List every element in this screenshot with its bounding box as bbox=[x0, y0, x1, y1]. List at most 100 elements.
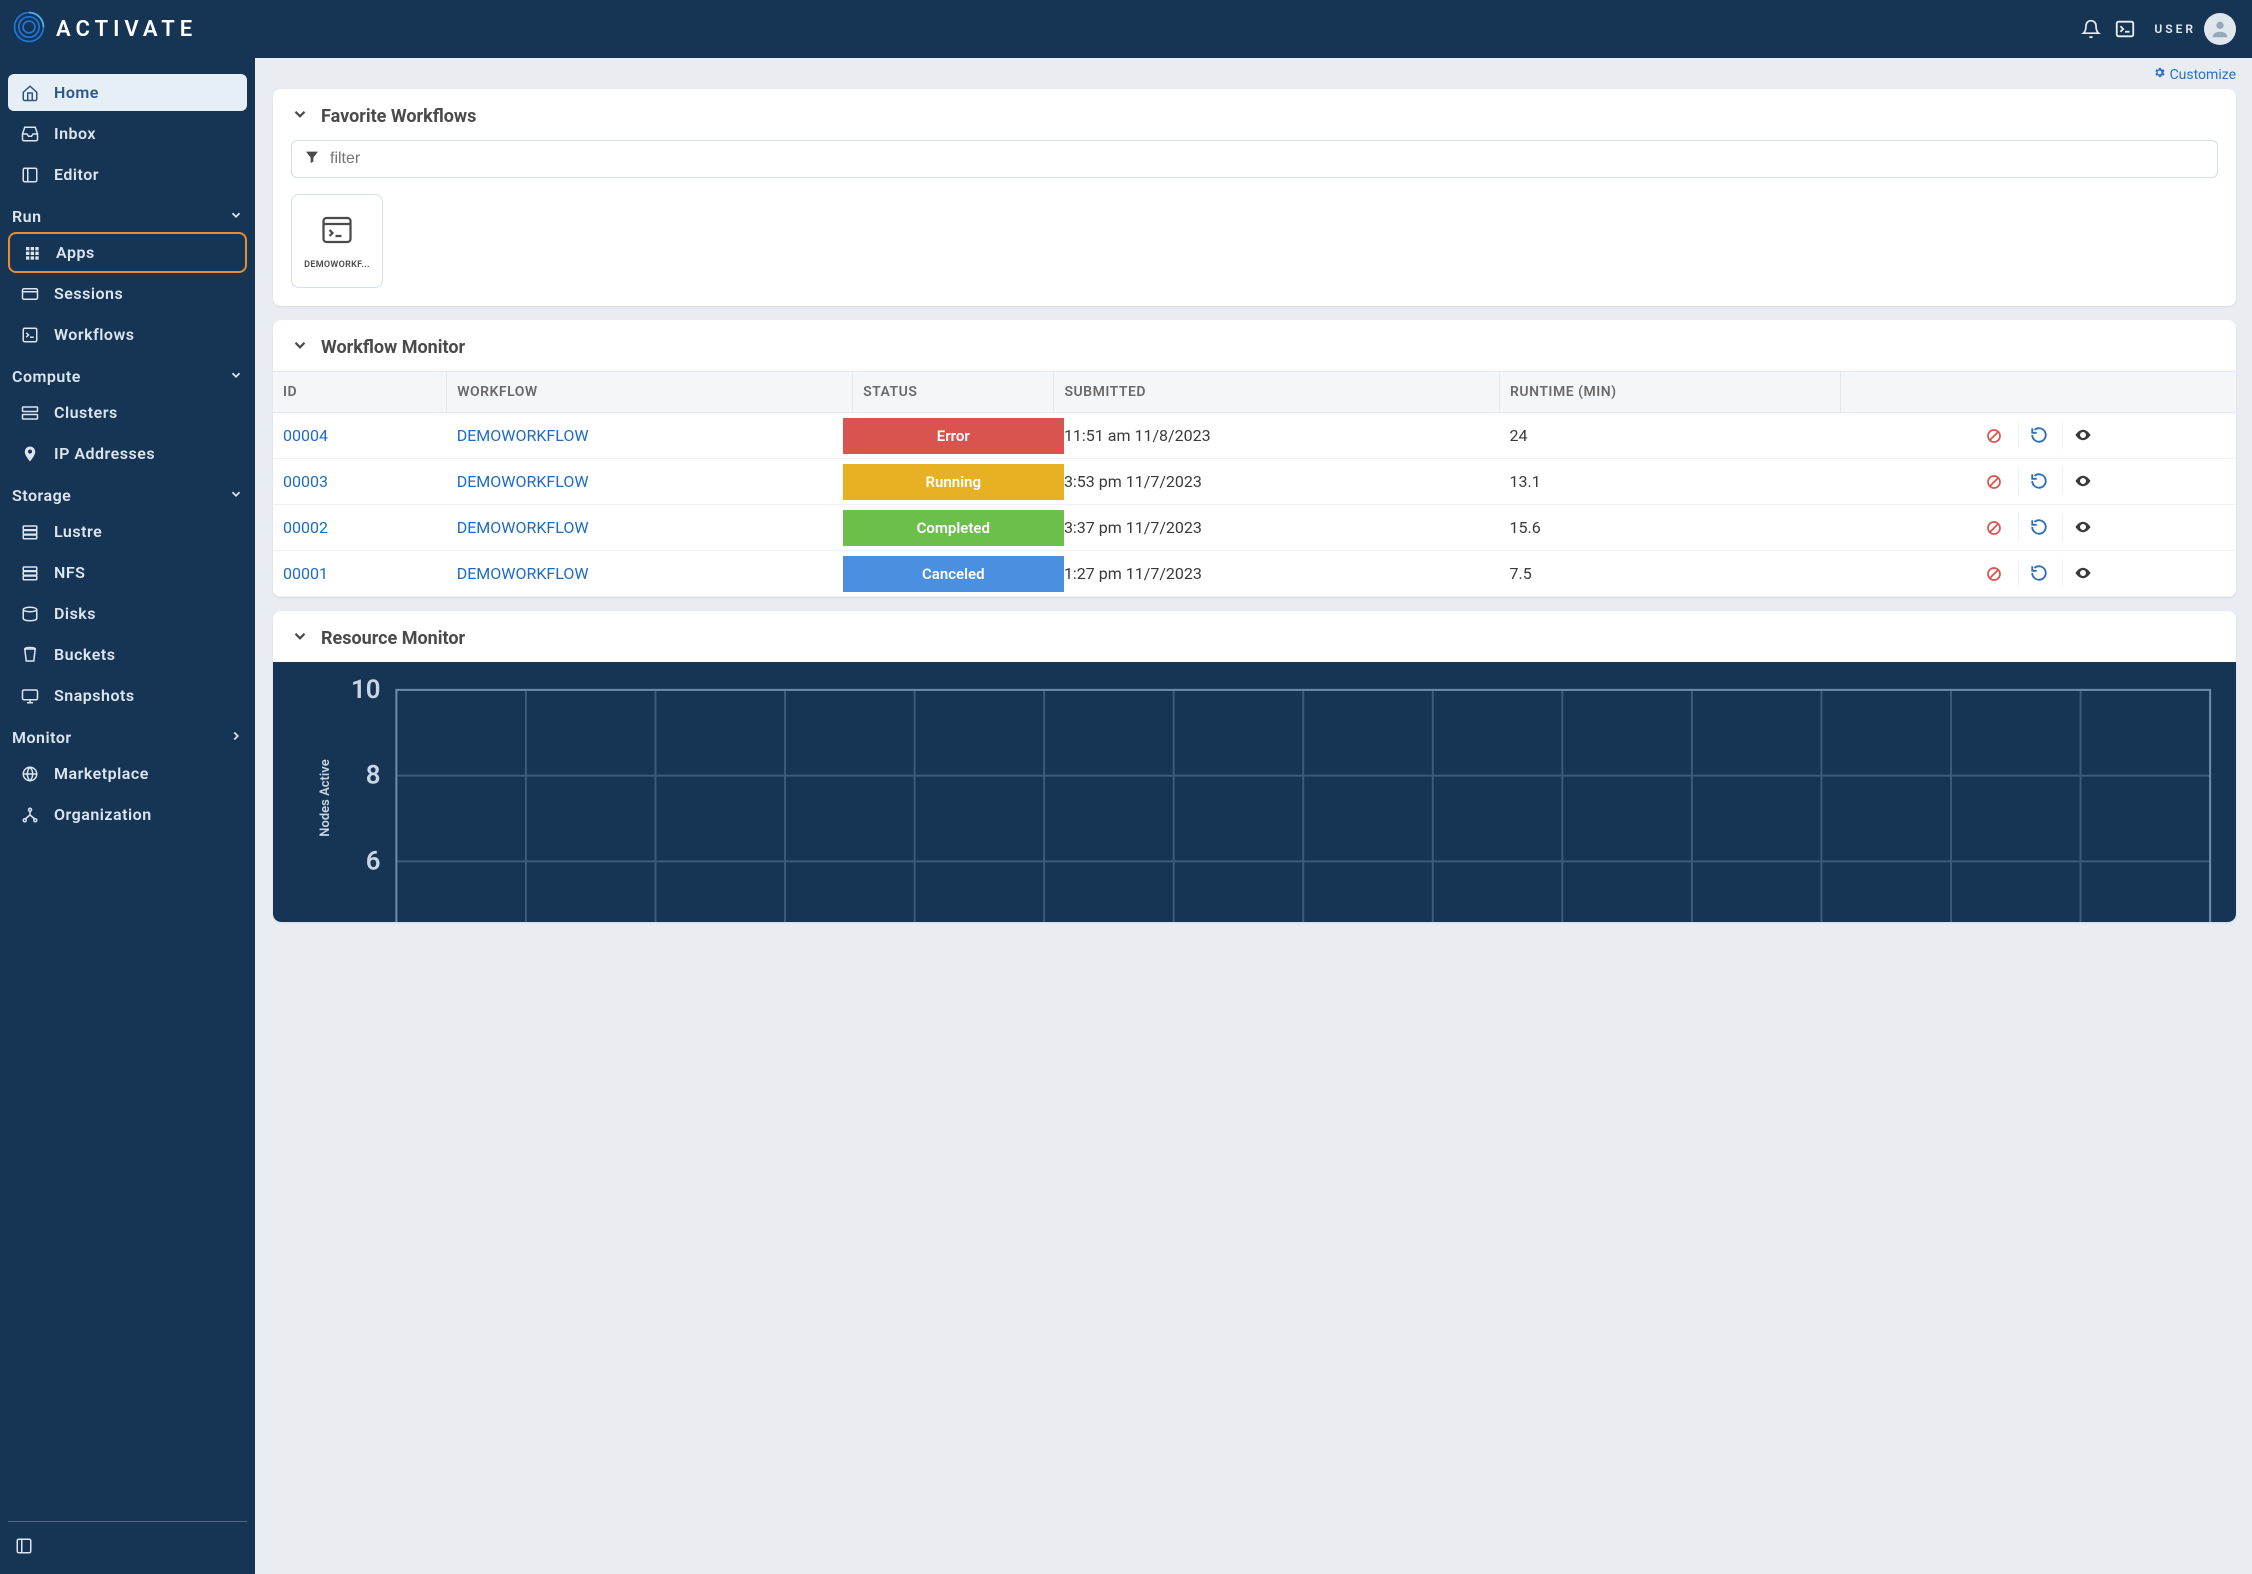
sidebar-section-monitor[interactable]: Monitor bbox=[8, 716, 247, 753]
workflow-name-link[interactable]: DEMOWORKFLOW bbox=[447, 459, 853, 505]
resource-monitor-panel: Resource Monitor Nodes Active 0246810 bbox=[273, 611, 2236, 922]
terminal-button[interactable] bbox=[2108, 12, 2142, 46]
view-button[interactable] bbox=[2062, 421, 2102, 449]
status-badge: Error bbox=[843, 418, 1064, 454]
sidebar: Home Inbox Editor Run bbox=[0, 58, 255, 1574]
sidebar-item-home[interactable]: Home bbox=[8, 74, 247, 111]
sidebar-item-marketplace[interactable]: Marketplace bbox=[8, 755, 247, 792]
home-icon bbox=[20, 84, 40, 102]
workflow-id-link[interactable]: 00003 bbox=[273, 459, 447, 505]
location-icon bbox=[20, 445, 40, 463]
view-button[interactable] bbox=[2062, 559, 2102, 587]
rerun-button[interactable] bbox=[2018, 559, 2058, 587]
sidebar-section-run[interactable]: Run bbox=[8, 195, 247, 232]
sidebar-item-label: IP Addresses bbox=[54, 444, 155, 463]
organization-icon bbox=[20, 806, 40, 824]
customize-label: Customize bbox=[2170, 67, 2236, 83]
sidebar-item-label: NFS bbox=[54, 563, 85, 582]
monitor-icon bbox=[20, 687, 40, 705]
panel-title: Workflow Monitor bbox=[321, 337, 465, 358]
runtime-cell: 24 bbox=[1500, 413, 1841, 459]
svg-text:6: 6 bbox=[366, 846, 381, 876]
status-badge: Running bbox=[843, 464, 1064, 500]
notifications-button[interactable] bbox=[2074, 12, 2108, 46]
globe-icon bbox=[20, 765, 40, 783]
sidebar-item-clusters[interactable]: Clusters bbox=[8, 394, 247, 431]
sidebar-item-buckets[interactable]: Buckets bbox=[8, 636, 247, 673]
submitted-cell: 11:51 am 11/8/2023 bbox=[1054, 413, 1500, 459]
workflows-icon bbox=[20, 326, 40, 344]
sidebar-item-label: Buckets bbox=[54, 645, 115, 664]
cancel-button[interactable] bbox=[1974, 514, 2014, 542]
favorite-workflow-card[interactable]: DEMOWORKF... bbox=[291, 194, 383, 288]
workflow-id-link[interactable]: 00001 bbox=[273, 551, 447, 597]
rerun-button[interactable] bbox=[2018, 421, 2058, 449]
sidebar-collapse-button[interactable] bbox=[8, 1528, 247, 1564]
favorite-card-label: DEMOWORKF... bbox=[298, 260, 376, 270]
workflow-name-link[interactable]: DEMOWORKFLOW bbox=[447, 551, 853, 597]
sidebar-item-organization[interactable]: Organization bbox=[8, 796, 247, 833]
workflow-id-link[interactable]: 00004 bbox=[273, 413, 447, 459]
cancel-button[interactable] bbox=[1974, 422, 2014, 450]
customize-button[interactable]: Customize bbox=[2153, 66, 2236, 83]
logo-icon bbox=[12, 10, 46, 48]
sidebar-item-sessions[interactable]: Sessions bbox=[8, 275, 247, 312]
workflow-panel-header[interactable]: Workflow Monitor bbox=[273, 320, 2236, 371]
favorites-filter-input[interactable] bbox=[330, 150, 2205, 168]
main-content: Customize Favorite Workflows bbox=[255, 58, 2252, 1574]
sidebar-section-storage[interactable]: Storage bbox=[8, 474, 247, 511]
table-row: 00003 DEMOWORKFLOW Running 3:53 pm 11/7/… bbox=[273, 459, 2236, 505]
apps-icon bbox=[22, 245, 42, 261]
avatar[interactable] bbox=[2204, 13, 2236, 45]
workflow-name-link[interactable]: DEMOWORKFLOW bbox=[447, 505, 853, 551]
resource-panel-header[interactable]: Resource Monitor bbox=[273, 611, 2236, 662]
gear-icon bbox=[2153, 66, 2166, 83]
submitted-cell: 3:53 pm 11/7/2023 bbox=[1054, 459, 1500, 505]
view-button[interactable] bbox=[2062, 513, 2102, 541]
cancel-button[interactable] bbox=[1974, 560, 2014, 588]
workflow-monitor-panel: Workflow Monitor ID WORKFLOW STATUS SUBM… bbox=[273, 320, 2236, 597]
svg-text:8: 8 bbox=[366, 761, 381, 791]
submitted-cell: 1:27 pm 11/7/2023 bbox=[1054, 551, 1500, 597]
editor-icon bbox=[20, 166, 40, 184]
rerun-button[interactable] bbox=[2018, 513, 2058, 541]
favorites-panel: Favorite Workflows DEMOWORKF... bbox=[273, 89, 2236, 306]
col-runtime[interactable]: RUNTIME (MIN) bbox=[1500, 372, 1841, 413]
rerun-button[interactable] bbox=[2018, 467, 2058, 495]
sidebar-item-ip-addresses[interactable]: IP Addresses bbox=[8, 435, 247, 472]
sidebar-item-apps[interactable]: Apps bbox=[8, 232, 247, 273]
favorites-panel-header[interactable]: Favorite Workflows bbox=[273, 89, 2236, 140]
workflow-id-link[interactable]: 00002 bbox=[273, 505, 447, 551]
clusters-icon bbox=[20, 404, 40, 422]
runtime-cell: 7.5 bbox=[1500, 551, 1841, 597]
brand-name: ACTIVATE bbox=[56, 17, 197, 42]
sidebar-item-label: Inbox bbox=[54, 124, 96, 143]
sidebar-item-snapshots[interactable]: Snapshots bbox=[8, 677, 247, 714]
sidebar-item-nfs[interactable]: NFS bbox=[8, 554, 247, 591]
workflow-table: ID WORKFLOW STATUS SUBMITTED RUNTIME (MI… bbox=[273, 371, 2236, 597]
sidebar-item-workflows[interactable]: Workflows bbox=[8, 316, 247, 353]
favorites-filter[interactable] bbox=[291, 140, 2218, 178]
sidebar-item-label: Home bbox=[54, 83, 99, 102]
view-button[interactable] bbox=[2062, 467, 2102, 495]
storage-icon bbox=[20, 564, 40, 582]
storage-icon bbox=[20, 523, 40, 541]
sidebar-item-lustre[interactable]: Lustre bbox=[8, 513, 247, 550]
chevron-down-icon bbox=[291, 336, 309, 359]
status-badge: Completed bbox=[843, 510, 1064, 546]
chevron-right-icon bbox=[229, 728, 243, 747]
sidebar-section-label: Storage bbox=[12, 486, 71, 505]
sidebar-section-label: Run bbox=[12, 207, 42, 226]
cancel-button[interactable] bbox=[1974, 468, 2014, 496]
col-status[interactable]: STATUS bbox=[853, 372, 1054, 413]
sidebar-item-label: Sessions bbox=[54, 284, 123, 303]
workflow-name-link[interactable]: DEMOWORKFLOW bbox=[447, 413, 853, 459]
col-submitted[interactable]: SUBMITTED bbox=[1054, 372, 1500, 413]
chevron-down-icon bbox=[229, 207, 243, 226]
sidebar-section-compute[interactable]: Compute bbox=[8, 355, 247, 392]
sidebar-item-editor[interactable]: Editor bbox=[8, 156, 247, 193]
col-id[interactable]: ID bbox=[273, 372, 447, 413]
sidebar-item-disks[interactable]: Disks bbox=[8, 595, 247, 632]
col-workflow[interactable]: WORKFLOW bbox=[447, 372, 853, 413]
sidebar-item-inbox[interactable]: Inbox bbox=[8, 115, 247, 152]
